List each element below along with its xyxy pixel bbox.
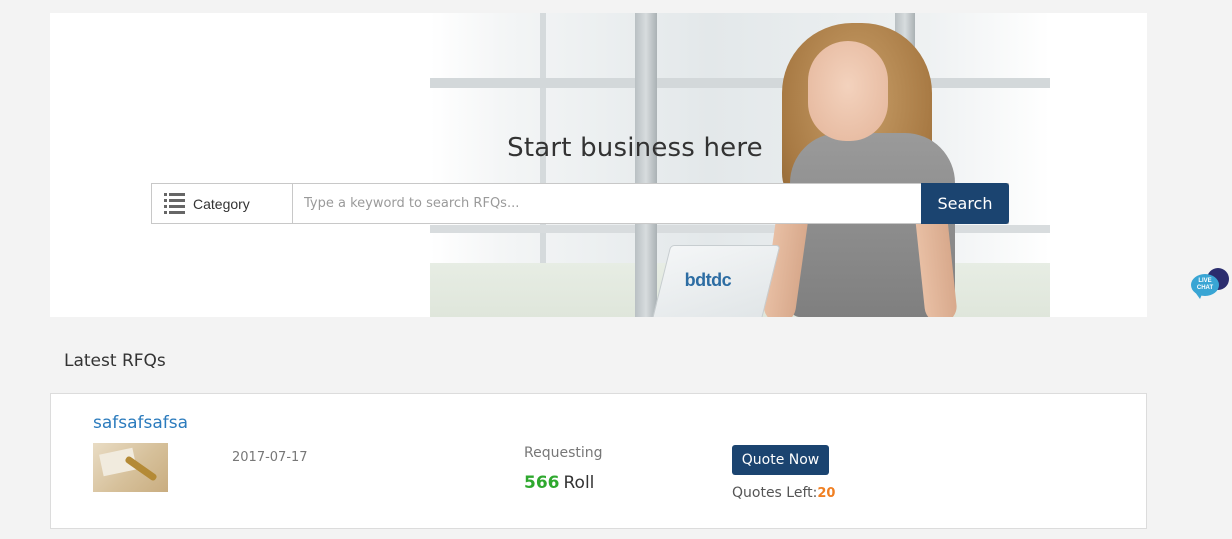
category-dropdown[interactable]: Category [152, 184, 293, 223]
rfq-card: safsafsafsa 2017-07-17 Requesting 566 Rol… [50, 393, 1147, 529]
search-input[interactable] [293, 184, 921, 223]
rfq-thumbnail[interactable] [93, 443, 168, 492]
rfq-title-link[interactable]: safsafsafsa [93, 413, 188, 433]
rfq-quantity: 566 Roll [524, 473, 594, 493]
quantity-value: 566 [524, 473, 560, 493]
search-button[interactable]: Search [921, 183, 1009, 224]
quote-now-button[interactable]: Quote Now [732, 445, 829, 475]
list-icon [164, 193, 185, 214]
hero-background-photo: bdtdc [430, 13, 1050, 317]
rfq-date: 2017-07-17 [232, 450, 308, 465]
live-chat-button[interactable]: LIVE CHAT [1189, 268, 1232, 302]
hero-title: Start business here [507, 133, 763, 163]
bdtdc-logo: bdtdc [684, 270, 732, 290]
quotes-left: Quotes Left:20 [732, 485, 835, 501]
quotes-left-label: Quotes Left: [732, 485, 818, 501]
live-chat-line1: LIVE [1198, 278, 1212, 284]
latest-rfqs-heading: Latest RFQs [64, 351, 166, 371]
quantity-unit: Roll [563, 473, 595, 493]
category-label: Category [193, 195, 250, 212]
live-chat-line2: CHAT [1196, 285, 1214, 291]
laptop-image: bdtdc [649, 245, 781, 317]
hero-banner: bdtdc Start business here Category Searc… [50, 13, 1147, 317]
rfq-search-bar: Category Search [151, 183, 1009, 224]
requesting-label: Requesting [524, 445, 603, 461]
quotes-left-value: 20 [817, 486, 836, 501]
